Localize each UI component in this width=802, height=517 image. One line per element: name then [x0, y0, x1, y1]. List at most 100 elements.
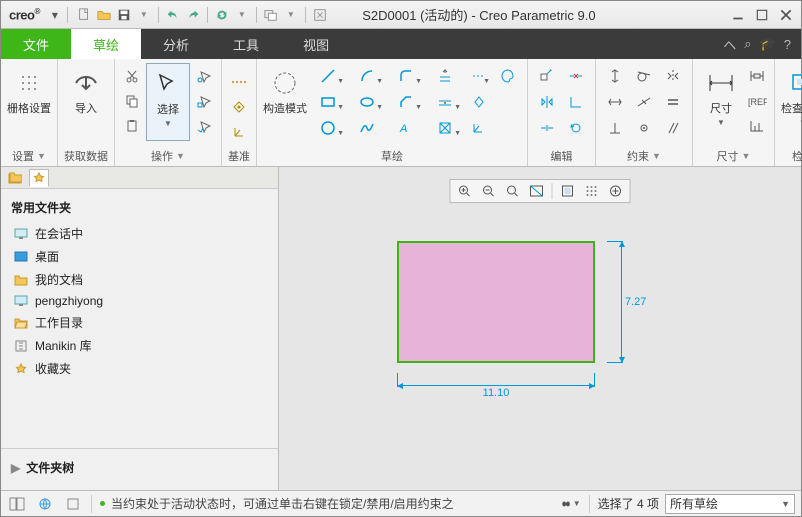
maximize-button[interactable] [753, 6, 771, 24]
sb-find-icon[interactable]: ▼ [561, 494, 581, 514]
ordinate-dim-icon[interactable] [746, 115, 768, 137]
coord-sys-icon[interactable] [228, 121, 250, 143]
vertical-dimension[interactable]: 7.27 [607, 241, 635, 363]
text-tool[interactable]: A [388, 117, 424, 139]
select-button[interactable]: 选择▼ [146, 63, 190, 141]
point-tool[interactable] [466, 91, 492, 113]
tab-view[interactable]: 视图 [281, 29, 351, 59]
new-file-icon[interactable] [75, 6, 93, 24]
chevron-down-icon[interactable]: ▼ [233, 6, 251, 24]
horizontal-dimension[interactable]: 11.10 [397, 373, 595, 397]
chamfer-tool[interactable]: ▼ [388, 91, 424, 113]
divide-tool[interactable] [534, 117, 560, 139]
sidebar-item-workdir[interactable]: 工作目录 [9, 311, 270, 334]
close-doc-icon[interactable] [311, 6, 329, 24]
rectangle-tool[interactable]: ▼ [310, 91, 346, 113]
check-tools-button[interactable]: 检查工具▼ [781, 63, 802, 141]
mirror-tool[interactable] [534, 91, 560, 113]
close-button[interactable] [777, 6, 795, 24]
sb-window-icon[interactable] [63, 494, 83, 514]
modify-tool[interactable] [534, 65, 560, 87]
paste-icon[interactable] [121, 115, 143, 137]
zoom-out-icon[interactable] [478, 181, 500, 201]
sketch-rectangle[interactable] [397, 241, 595, 363]
grid-settings-button[interactable]: 栅格设置 [7, 63, 51, 141]
fillet-tool[interactable]: ▼ [388, 65, 424, 87]
regenerate-icon[interactable] [213, 6, 231, 24]
sb-model-tree-icon[interactable] [7, 494, 27, 514]
grid-display-icon[interactable] [581, 181, 603, 201]
sidebar-item-session[interactable]: 在会话中 [9, 222, 270, 245]
copy-icon[interactable] [121, 90, 143, 112]
ribbon-collapse-icon[interactable]: ヘ [723, 35, 736, 54]
minimize-button[interactable] [729, 6, 747, 24]
construction-mode-button[interactable]: 构造模式 [263, 63, 307, 141]
horizontal-constraint[interactable] [602, 91, 628, 113]
sidebar-item-user[interactable]: pengzhiyong [9, 291, 270, 311]
centerline-sketch-tool[interactable]: ▼ [466, 65, 492, 87]
sketch-display-icon[interactable] [557, 181, 579, 201]
project-tool[interactable]: ▼ [427, 117, 463, 139]
palette-tool[interactable] [495, 65, 521, 87]
circle-tool[interactable]: ▼ [310, 117, 346, 139]
import-button[interactable]: 导入 [64, 63, 108, 141]
arc-tool[interactable]: ▼ [349, 65, 385, 87]
line-tool[interactable]: ▼ [310, 65, 346, 87]
select-chain-icon[interactable] [193, 65, 215, 87]
sidebar-tab-folders-icon[interactable] [5, 169, 25, 187]
sidebar-item-desktop[interactable]: 桌面 [9, 245, 270, 268]
help-icon[interactable]: ? [784, 37, 791, 52]
delete-seg-tool[interactable] [563, 65, 589, 87]
vertical-constraint[interactable] [602, 65, 628, 87]
cut-icon[interactable] [121, 65, 143, 87]
sidebar-item-favorites[interactable]: 收藏夹 [9, 357, 270, 380]
sketcher-display-icon[interactable] [605, 181, 627, 201]
tab-sketch[interactable]: 草绘 [71, 29, 141, 59]
folder-tree-header[interactable]: ▶ 文件夹树 [1, 448, 278, 476]
rotate-tool[interactable] [563, 117, 589, 139]
sidebar-tab-favorites-icon[interactable] [29, 169, 49, 187]
coord-tool[interactable] [466, 117, 492, 139]
canvas[interactable]: 11.10 7.27 [279, 167, 801, 490]
undo-icon[interactable] [164, 6, 182, 24]
ellipse-tool[interactable]: ▼ [349, 91, 385, 113]
chevron-down-icon[interactable]: ▼ [135, 6, 153, 24]
coincident-constraint[interactable] [631, 117, 657, 139]
midpoint-constraint[interactable] [631, 91, 657, 113]
sb-browser-icon[interactable] [35, 494, 55, 514]
chevron-down-icon[interactable]: ▼ [282, 6, 300, 24]
symmetric-constraint[interactable] [660, 65, 686, 87]
search-icon[interactable]: ⌕ [744, 36, 751, 52]
redo-icon[interactable] [184, 6, 202, 24]
learn-icon[interactable]: 🎓 [760, 36, 776, 52]
save-icon[interactable] [115, 6, 133, 24]
offset-tool[interactable] [427, 65, 463, 87]
equal-constraint[interactable] [660, 91, 686, 113]
thicken-tool[interactable]: ▼ [427, 91, 463, 113]
tab-file[interactable]: 文件 [1, 29, 71, 59]
selection-filter-combo[interactable]: 所有草绘▼ [665, 494, 795, 514]
tab-tools[interactable]: 工具 [211, 29, 281, 59]
select-all-icon[interactable] [193, 115, 215, 137]
windows-icon[interactable] [262, 6, 280, 24]
centerline-icon[interactable] [228, 71, 250, 93]
qat-dropdown-icon[interactable]: ▾ [46, 6, 64, 24]
select-loop-icon[interactable] [193, 90, 215, 112]
zoom-in-icon[interactable] [454, 181, 476, 201]
ref-dim-icon[interactable]: [REF] [746, 90, 768, 112]
refit-icon[interactable] [526, 181, 548, 201]
sidebar-item-documents[interactable]: 我的文档 [9, 268, 270, 291]
tab-analysis[interactable]: 分析 [141, 29, 211, 59]
baseline-dim-icon[interactable] [746, 65, 768, 87]
zoom-fit-icon[interactable] [502, 181, 524, 201]
datum-point-icon[interactable] [228, 96, 250, 118]
spline-tool[interactable] [349, 117, 385, 139]
parallel-constraint[interactable] [660, 117, 686, 139]
ribbon-group-constraints: 约束▼ [596, 59, 693, 166]
open-file-icon[interactable] [95, 6, 113, 24]
sidebar-item-manikin[interactable]: Manikin 库 [9, 334, 270, 357]
tangent-constraint[interactable] [631, 65, 657, 87]
perpendicular-constraint[interactable] [602, 117, 628, 139]
corner-tool[interactable] [563, 91, 589, 113]
dimension-button[interactable]: 尺寸▼ [699, 63, 743, 141]
